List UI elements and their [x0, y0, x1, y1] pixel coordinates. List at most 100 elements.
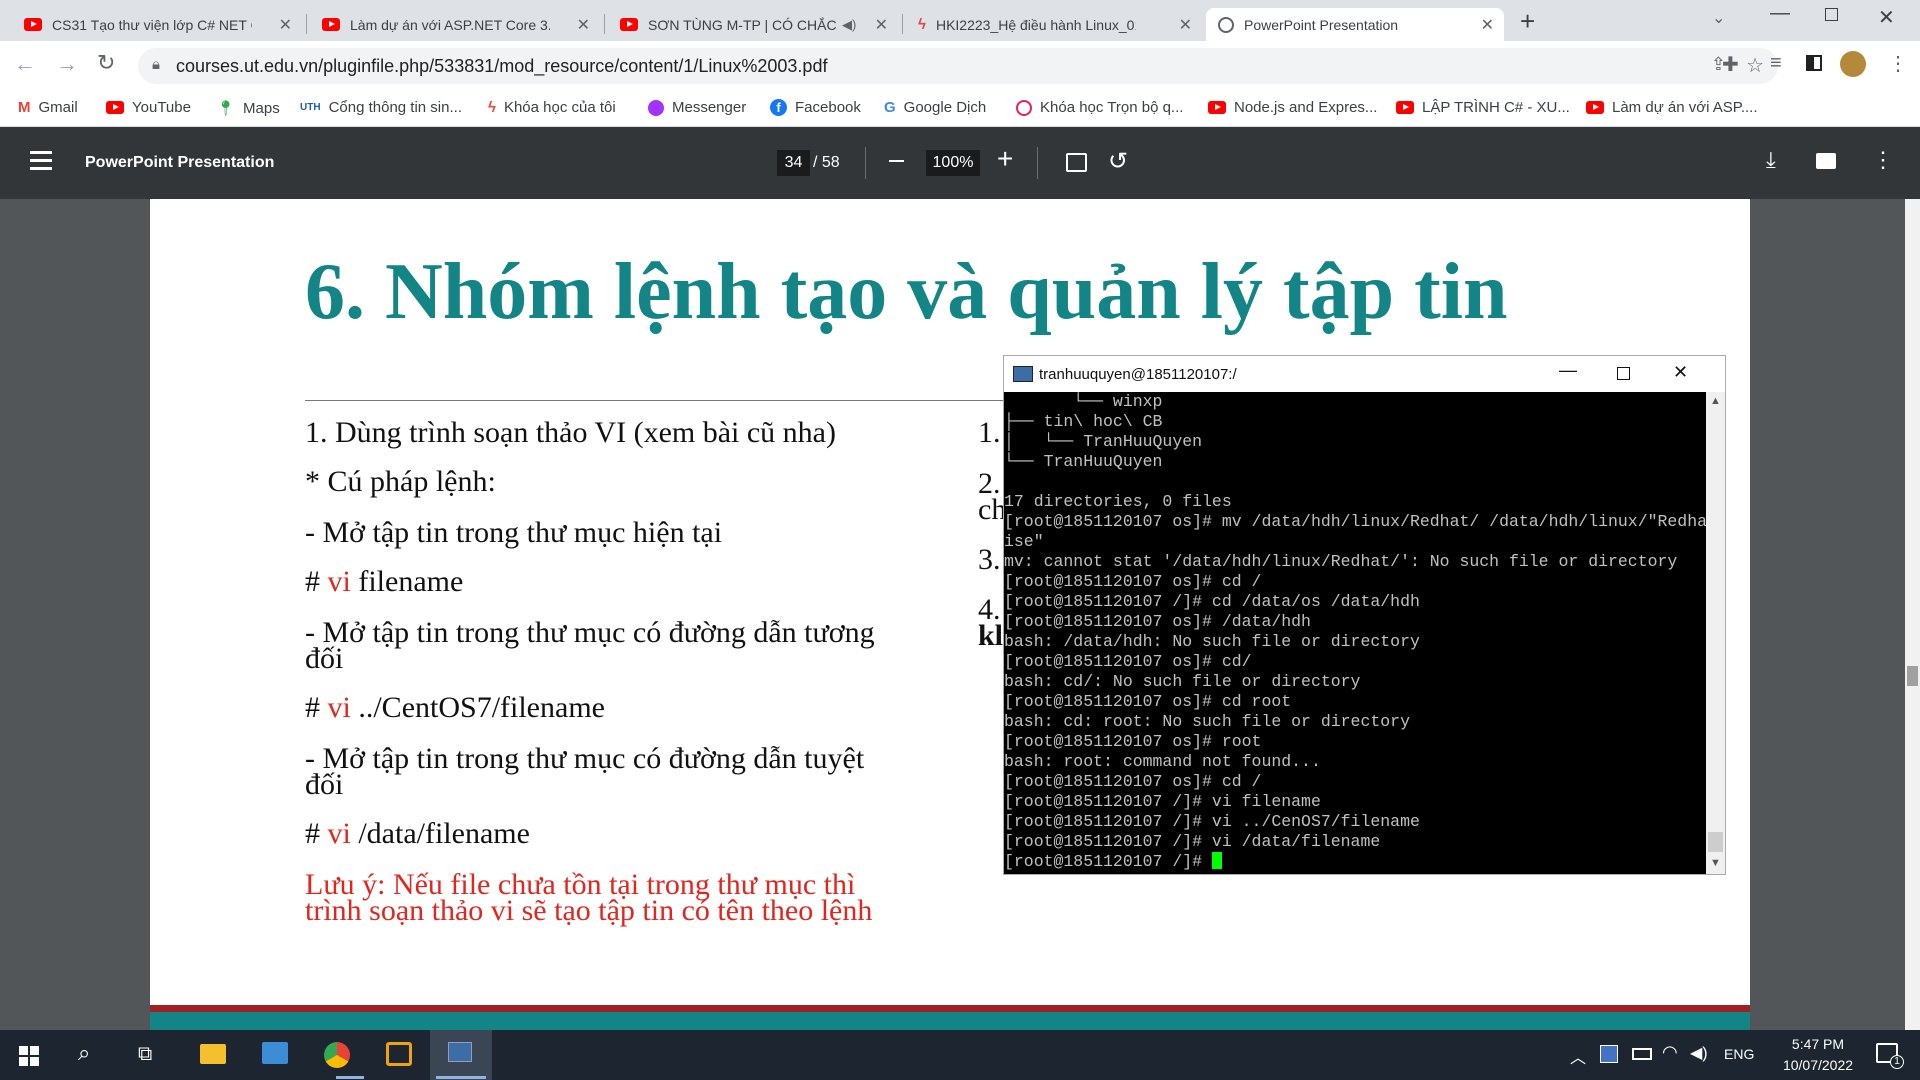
- putty-taskbar-button[interactable]: [430, 1030, 492, 1080]
- zoom-in-button[interactable]: +: [997, 143, 1013, 175]
- battery-icon[interactable]: [1632, 1048, 1652, 1060]
- tab-3[interactable]: SƠN TÙNG M-TP | CÓ CHẮC ◀) ✕: [608, 8, 898, 41]
- course-icon: [1016, 99, 1032, 116]
- close-icon[interactable]: ✕: [875, 15, 888, 35]
- fit-page-icon[interactable]: [1066, 153, 1087, 172]
- url-text[interactable]: courses.ut.edu.vn/pluginfile.php/533831/…: [176, 56, 827, 77]
- chrome-icon[interactable]: [324, 1042, 350, 1068]
- more-options-icon[interactable]: ⋮: [1872, 147, 1894, 173]
- scrollbar-thumb[interactable]: [1907, 666, 1918, 686]
- bookmark-star-icon[interactable]: ☆: [1746, 53, 1764, 78]
- bookmark-google-translate[interactable]: G Google Dịch: [884, 99, 986, 116]
- vmware-icon[interactable]: [386, 1042, 412, 1066]
- terminal-line: mv: cannot stat '/data/hdh/linux/Redhat/…: [1004, 552, 1678, 571]
- extensions-icon[interactable]: ✚: [1722, 52, 1739, 77]
- minimize-button[interactable]: —: [1559, 360, 1577, 381]
- forward-button[interactable]: →: [56, 51, 78, 77]
- tab-search-icon[interactable]: ⌄: [1712, 8, 1725, 28]
- tab-5-active[interactable]: PowerPoint Presentation ✕: [1206, 8, 1504, 41]
- print-icon[interactable]: [1816, 153, 1836, 169]
- file-explorer-icon[interactable]: [200, 1044, 226, 1064]
- back-button[interactable]: ←: [14, 51, 36, 77]
- remote-desktop-icon[interactable]: [262, 1042, 288, 1064]
- bookmark-course-bundle[interactable]: Khóa học Trọn bộ q...: [1016, 99, 1183, 116]
- terminal-line: └── winxp: [1004, 392, 1163, 411]
- terminal-output[interactable]: └── winxp ├── tin\ hoc\ CB │ └── TranHuu…: [1004, 392, 1706, 874]
- volume-icon[interactable]: ◀): [1690, 1043, 1708, 1063]
- clock[interactable]: 5:47 PM 10/07/2022: [1768, 1034, 1868, 1076]
- close-icon[interactable]: ✕: [279, 15, 292, 35]
- youtube-icon: [1208, 101, 1226, 114]
- tab-2[interactable]: Làm dự án với ASP.NET Core 3.1 ✕: [310, 8, 600, 41]
- close-icon[interactable]: ✕: [1179, 15, 1192, 35]
- terminal-line: └── TranHuuQuyen: [1004, 452, 1163, 471]
- bookmark-nodejs[interactable]: Node.js and Expres...: [1208, 99, 1377, 116]
- side-panel-icon[interactable]: [1806, 55, 1822, 71]
- search-icon[interactable]: ⌕: [78, 1040, 90, 1066]
- terminal-line: [root@1851120107 os]# /data/hdh: [1004, 612, 1311, 631]
- tab-4[interactable]: ϟ HKI2223_Hệ điều hành Linux_010 ✕: [906, 8, 1202, 41]
- tab-title: PowerPoint Presentation: [1244, 16, 1399, 33]
- bookmark-csharp[interactable]: LẬP TRÌNH C# - XU...: [1396, 99, 1570, 116]
- zoom-level-input[interactable]: 100%: [926, 150, 980, 176]
- note-text: trình soạn thảo vi sẽ tạo tập tin có tên…: [305, 894, 873, 927]
- bookmark-label: Maps: [243, 99, 280, 117]
- terminal-title: tranhuuquyen@1851120107:/: [1039, 365, 1237, 383]
- bookmark-facebook[interactable]: f Facebook: [770, 99, 861, 116]
- slide-text-line: * Cú pháp lệnh:: [305, 465, 496, 498]
- portal-icon: UTH: [300, 102, 321, 113]
- close-window-button[interactable]: ✕: [1878, 5, 1895, 30]
- command-line: # vi /data/filename: [305, 817, 530, 850]
- bookmark-maps[interactable]: 📍︎ Maps: [216, 99, 280, 118]
- browser-menu-icon[interactable]: ⋮: [1888, 51, 1908, 76]
- windows-start-icon[interactable]: [19, 1046, 39, 1066]
- close-icon[interactable]: ✕: [1481, 15, 1494, 35]
- close-icon[interactable]: ✕: [577, 15, 590, 35]
- reading-list-icon[interactable]: ≡: [1770, 52, 1782, 75]
- bookmark-label: Khóa học Trọn bộ q...: [1040, 99, 1184, 116]
- maximize-button[interactable]: [1617, 367, 1630, 380]
- slide-text-line: đối: [305, 768, 344, 801]
- translate-icon: G: [884, 99, 896, 116]
- avatar[interactable]: [1840, 51, 1866, 77]
- tab-1[interactable]: CS31 Tạo thư viện lớp C# NET Co ✕: [12, 8, 302, 41]
- pdf-scrollbar[interactable]: [1905, 199, 1920, 1030]
- close-window-button[interactable]: ✕: [1673, 362, 1688, 383]
- bookmark-courses[interactable]: ϟ Khóa học của tôi: [488, 99, 616, 116]
- tray-app-icon[interactable]: [1600, 1045, 1618, 1063]
- youtube-icon: [24, 18, 42, 31]
- notification-icon[interactable]: 1: [1876, 1043, 1904, 1069]
- messenger-icon: [648, 99, 664, 116]
- bookmark-portal[interactable]: UTH Cổng thông tin sin...: [300, 99, 462, 116]
- page-number-input[interactable]: 34: [777, 150, 810, 176]
- scrollbar-thumb[interactable]: [1708, 832, 1723, 852]
- wifi-icon[interactable]: ◠: [1662, 1042, 1678, 1063]
- terminal-scrollbar[interactable]: ▲ ▼: [1706, 392, 1725, 874]
- language-indicator[interactable]: ENG: [1724, 1046, 1754, 1062]
- tab-separator: [902, 14, 903, 34]
- zoom-out-button[interactable]: [889, 160, 904, 162]
- reload-button[interactable]: ↻: [97, 50, 115, 76]
- moodle-icon: ϟ: [918, 16, 926, 33]
- address-bar[interactable]: 🔒︎ courses.ut.edu.vn/pluginfile.php/5338…: [138, 48, 1778, 84]
- bookmark-label: YouTube: [132, 99, 191, 116]
- task-view-icon[interactable]: ⧉: [138, 1043, 152, 1066]
- terminal-line: ├── tin\ hoc\ CB: [1004, 412, 1163, 431]
- terminal-titlebar[interactable]: tranhuuquyen@1851120107:/ — ✕: [1004, 356, 1725, 392]
- restore-button[interactable]: [1825, 8, 1838, 21]
- bookmark-messenger[interactable]: Messenger: [648, 99, 746, 116]
- divider: [1037, 147, 1038, 179]
- new-tab-button[interactable]: +: [1520, 6, 1535, 37]
- bookmark-gmail[interactable]: M Gmail: [18, 99, 78, 116]
- chevron-up-icon[interactable]: ︿: [1570, 1044, 1586, 1068]
- audio-playing-icon[interactable]: ◀): [842, 17, 856, 33]
- terminal-window[interactable]: tranhuuquyen@1851120107:/ — ✕ └── winxp …: [1003, 355, 1726, 875]
- minimize-button[interactable]: —: [1770, 2, 1790, 25]
- rotate-icon[interactable]: ↺: [1108, 147, 1128, 176]
- hamburger-menu-icon[interactable]: [30, 151, 52, 170]
- bookmark-aspnet[interactable]: Làm dự án với ASP....: [1586, 99, 1758, 116]
- bookmark-youtube[interactable]: YouTube: [106, 99, 191, 116]
- bookmark-label: Node.js and Expres...: [1234, 99, 1378, 116]
- download-icon[interactable]: ⤓: [1766, 147, 1776, 173]
